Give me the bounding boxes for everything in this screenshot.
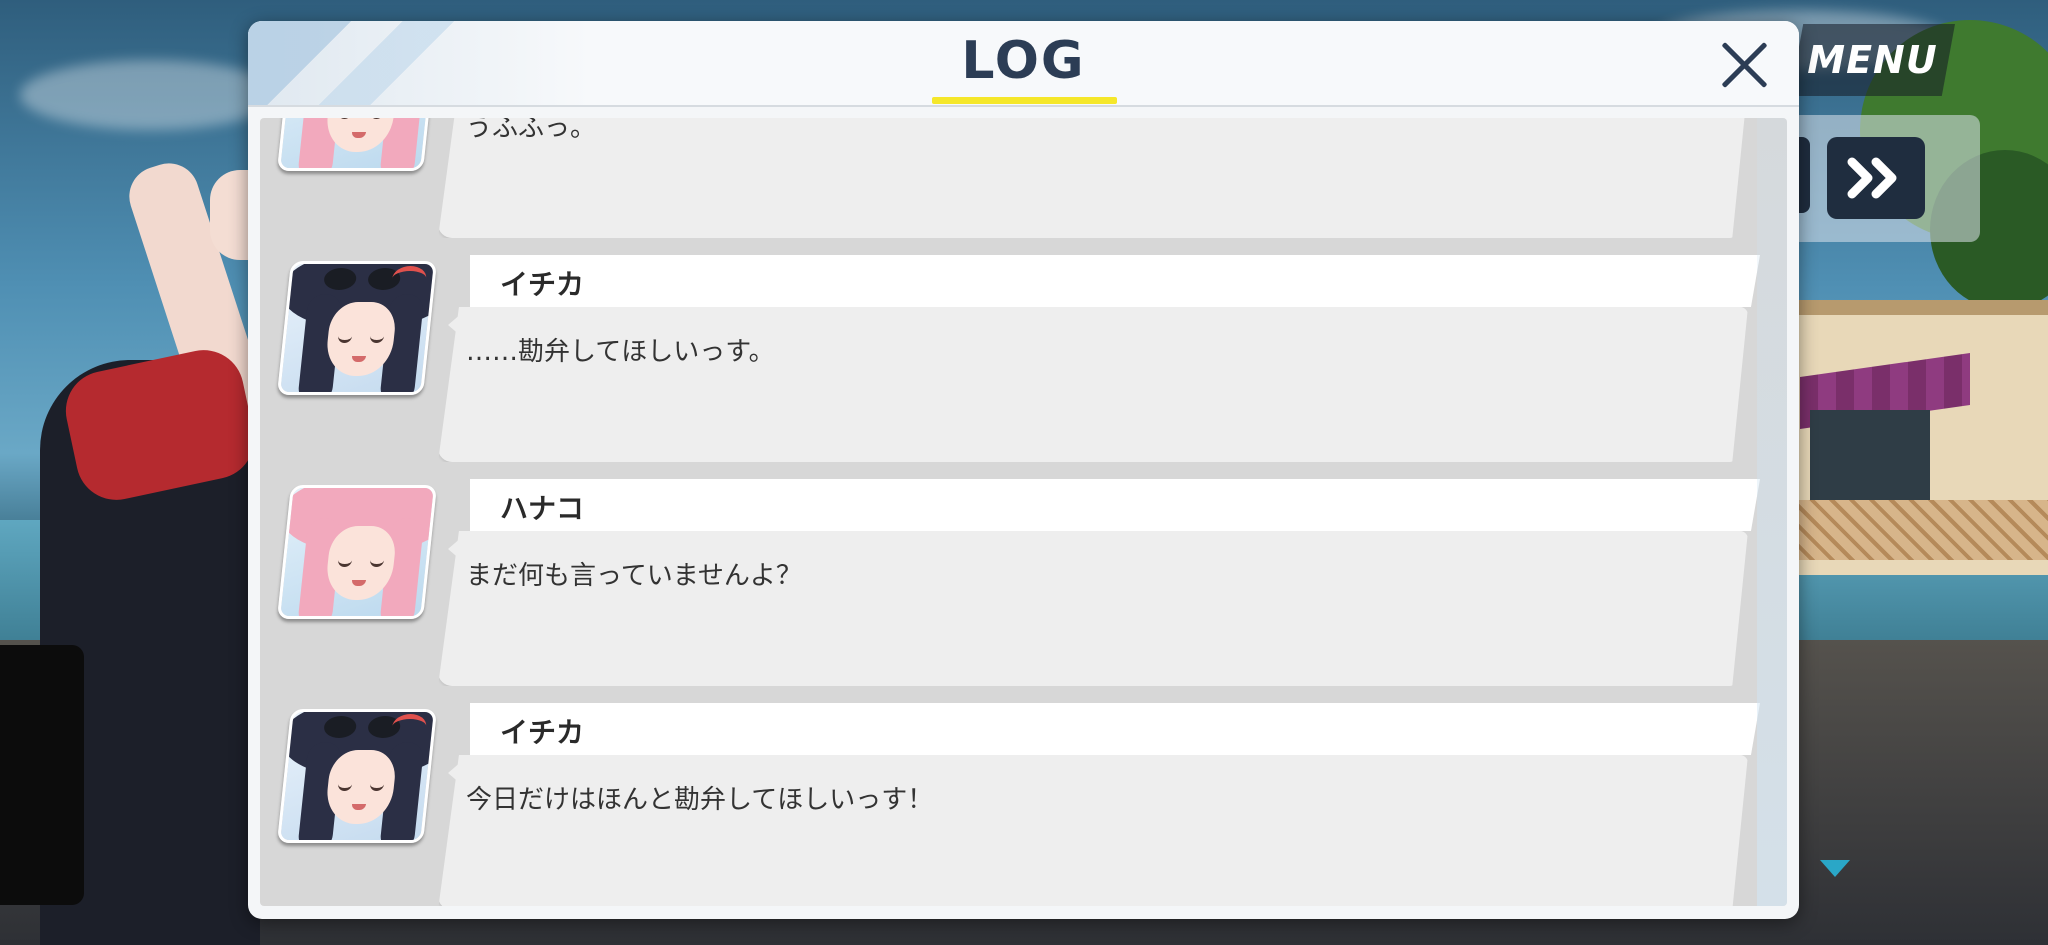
message-bubble: うふふっ。 bbox=[438, 118, 1762, 238]
log-header: LOG bbox=[248, 21, 1799, 105]
avatar-hanako bbox=[276, 485, 438, 619]
shop-window bbox=[1810, 410, 1930, 500]
speaker-name: イチカ bbox=[500, 716, 585, 749]
log-dialog: LOG うふふっ。 イチカ ……勘弁してほしいっす。 ハナコ まだ何も言っていま… bbox=[248, 21, 1799, 919]
message-text: まだ何も言っていませんよ？ bbox=[466, 561, 802, 591]
shop-fence bbox=[1790, 500, 2048, 560]
message-box: うふふっ。 bbox=[438, 118, 1748, 238]
bubble-pointer bbox=[448, 761, 462, 785]
log-scroll-area[interactable]: うふふっ。 イチカ ……勘弁してほしいっす。 ハナコ まだ何も言っていませんよ？… bbox=[260, 118, 1787, 906]
message-box: 今日だけはほんと勘弁してほしいっす！ bbox=[438, 755, 1748, 906]
speaker-name: ハナコ bbox=[500, 492, 585, 525]
message-text: ……勘弁してほしいっす。 bbox=[466, 337, 775, 367]
header-divider bbox=[248, 105, 1799, 107]
message-bubble: イチカ ……勘弁してほしいっす。 bbox=[438, 255, 1762, 462]
message-text: うふふっ。 bbox=[466, 118, 597, 143]
bubble-pointer bbox=[448, 537, 462, 561]
speaker-name-bar: イチカ bbox=[470, 255, 1760, 307]
speaker-name-bar: イチカ bbox=[470, 703, 1760, 755]
skip-button[interactable] bbox=[1827, 137, 1925, 219]
avatar-hanako bbox=[276, 118, 438, 171]
speaker-name-bar: ハナコ bbox=[470, 479, 1760, 531]
triangle-down-icon bbox=[1820, 860, 1850, 877]
close-icon[interactable] bbox=[1708, 29, 1778, 99]
message-bubble: ハナコ まだ何も言っていませんよ？ bbox=[438, 479, 1762, 686]
menu-button[interactable]: MENU bbox=[1790, 24, 1955, 96]
cloud bbox=[20, 60, 280, 130]
message-text: 今日だけはほんと勘弁してほしいっす！ bbox=[466, 785, 934, 815]
side-panel bbox=[0, 645, 84, 905]
bubble-pointer bbox=[448, 313, 462, 337]
fast-forward-icon bbox=[1847, 157, 1897, 199]
log-entry: イチカ 今日だけはほんと勘弁してほしいっす！ bbox=[260, 703, 1760, 906]
message-bubble: イチカ 今日だけはほんと勘弁してほしいっす！ bbox=[438, 703, 1762, 906]
title-underline bbox=[932, 97, 1117, 104]
log-entry: ハナコ まだ何も言っていませんよ？ bbox=[260, 479, 1760, 699]
avatar-ichika bbox=[276, 709, 438, 843]
message-box: ……勘弁してほしいっす。 bbox=[438, 307, 1748, 462]
log-entry: うふふっ。 bbox=[260, 118, 1760, 251]
message-box: まだ何も言っていませんよ？ bbox=[438, 531, 1748, 686]
log-entry: イチカ ……勘弁してほしいっす。 bbox=[260, 255, 1760, 475]
log-title: LOG bbox=[961, 31, 1086, 91]
speaker-name: イチカ bbox=[500, 268, 585, 301]
avatar-ichika bbox=[276, 261, 438, 395]
